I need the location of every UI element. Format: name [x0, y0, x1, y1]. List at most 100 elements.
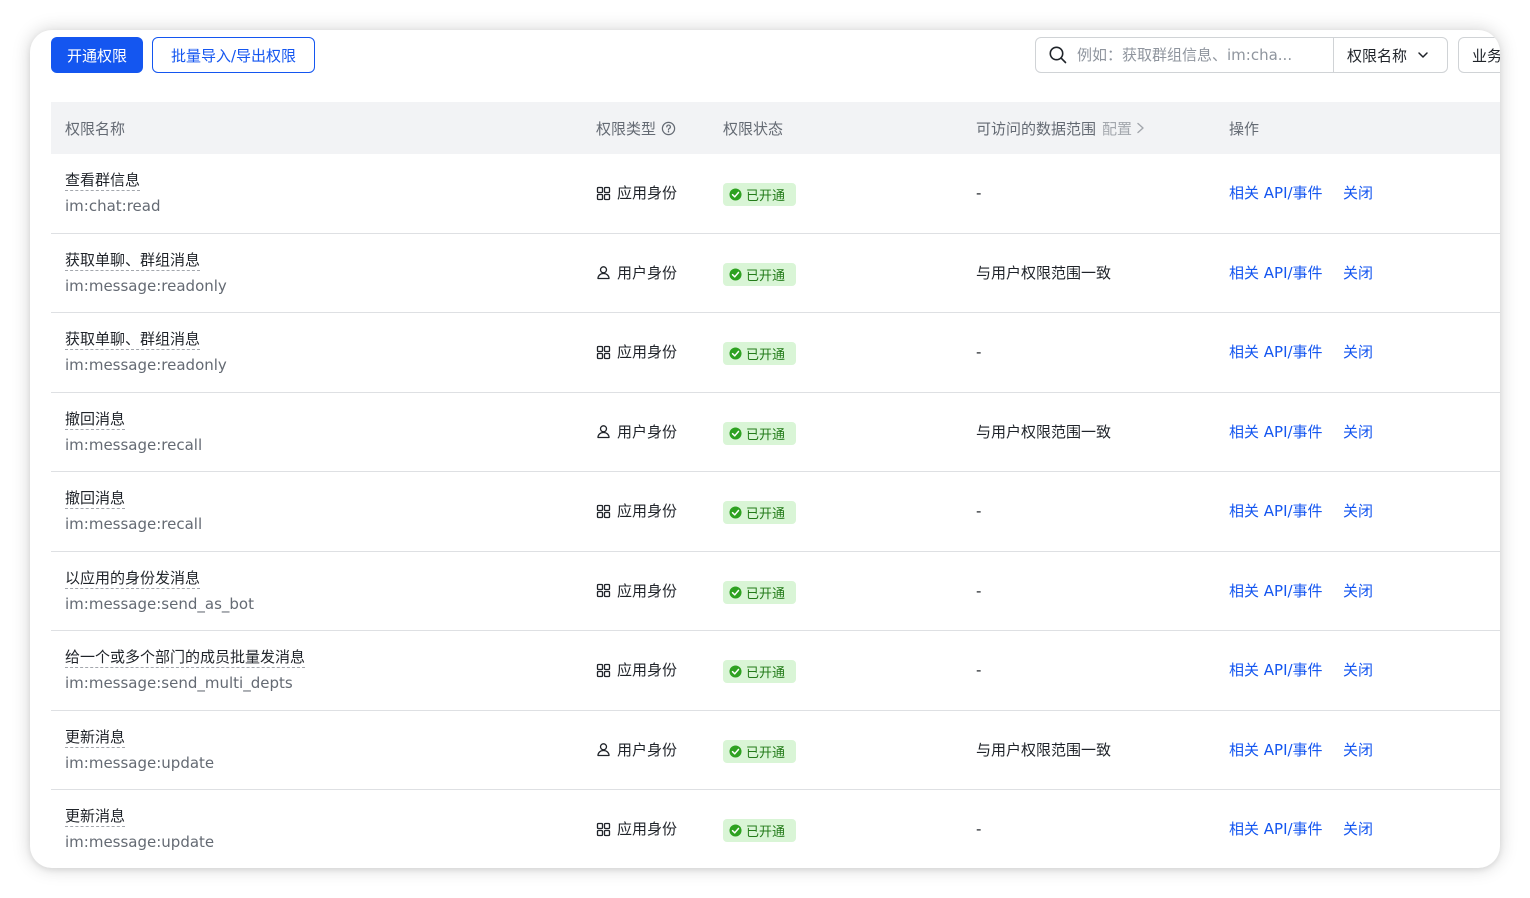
status-badge-label: 已开通	[746, 666, 786, 681]
status-badge-label: 已开通	[746, 189, 786, 204]
grid-icon	[596, 822, 611, 837]
business-filter-label: 业务	[1472, 46, 1500, 65]
related-api-link[interactable]: 相关 API/事件	[1229, 501, 1323, 521]
permission-name[interactable]: 给一个或多个部门的成员批量发消息	[65, 648, 306, 668]
permission-name[interactable]: 更新消息	[65, 807, 126, 827]
business-filter-button[interactable]: 业务	[1458, 37, 1500, 73]
table-row: 撤回消息 im:message:recall 用户身份 已开通 与用户权限范围一…	[51, 393, 1500, 472]
chevron-right-icon	[1136, 122, 1145, 134]
permission-table: 权限名称 权限类型 权限状态 可访问的数据范围 配置 操作 查看群信息 im:c…	[51, 102, 1500, 868]
search-field-select[interactable]: 权限名称	[1334, 38, 1447, 72]
user-icon	[596, 742, 611, 757]
check-circle-icon	[729, 426, 742, 440]
close-permission-link[interactable]: 关闭	[1343, 501, 1373, 521]
check-circle-icon	[729, 506, 742, 519]
header-actions: 操作	[1229, 102, 1259, 154]
close-permission-link[interactable]: 关闭	[1343, 342, 1373, 362]
permission-type: 应用身份	[596, 581, 677, 601]
status-badge-label: 已开通	[746, 586, 786, 602]
grid-icon	[596, 663, 611, 678]
check-circle-icon	[729, 744, 742, 758]
help-circle-icon[interactable]	[661, 121, 676, 136]
permission-name[interactable]: 撤回消息	[65, 410, 126, 430]
permission-code: im:message:update	[65, 753, 215, 772]
permission-code: im:message:recall	[65, 435, 203, 454]
status-badge: 已开通	[723, 342, 796, 365]
data-scope: -	[976, 343, 982, 361]
permission-type-label: 应用身份	[617, 661, 678, 679]
close-permission-link[interactable]: 关闭	[1343, 660, 1373, 680]
related-api-link[interactable]: 相关 API/事件	[1229, 819, 1323, 839]
close-permission-link[interactable]: 关闭	[1343, 740, 1373, 760]
related-api-link[interactable]: 相关 API/事件	[1229, 342, 1323, 362]
permission-code: im:message:send_multi_depts	[65, 674, 293, 692]
permission-type-label: 用户身份	[617, 263, 678, 282]
related-api-link[interactable]: 相关 API/事件	[1229, 183, 1323, 203]
header-actions-label: 操作	[1229, 119, 1260, 138]
user-icon	[596, 424, 611, 439]
close-permission-link[interactable]: 关闭	[1343, 422, 1373, 442]
permission-name[interactable]: 获取单聊、群组消息	[65, 330, 201, 350]
check-circle-icon	[729, 267, 742, 281]
related-api-link[interactable]: 相关 API/事件	[1229, 740, 1323, 760]
check-circle-icon	[729, 347, 742, 360]
permission-type: 用户身份	[596, 263, 677, 283]
status-badge: 已开通	[723, 421, 796, 445]
close-permission-link[interactable]: 关闭	[1343, 263, 1373, 283]
status-badge-label: 已开通	[746, 427, 786, 443]
close-permission-link[interactable]: 关闭	[1343, 581, 1373, 601]
status-badge: 已开通	[723, 739, 796, 763]
permission-name[interactable]: 获取单聊、群组消息	[65, 251, 201, 271]
related-api-link[interactable]: 相关 API/事件	[1229, 422, 1323, 442]
status-badge-label: 已开通	[746, 348, 786, 363]
close-permission-link[interactable]: 关闭	[1343, 183, 1373, 203]
status-badge: 已开通	[723, 501, 796, 524]
permission-name[interactable]: 查看群信息	[65, 171, 141, 191]
status-badge: 已开通	[723, 660, 796, 683]
related-api-link[interactable]: 相关 API/事件	[1229, 581, 1323, 601]
search-input[interactable]	[1077, 46, 1302, 64]
permission-name[interactable]: 撤回消息	[65, 489, 126, 509]
permission-panel: 开通权限 批量导入/导出权限 权限名称 业务 权限名称 权限类	[30, 30, 1500, 868]
related-api-link[interactable]: 相关 API/事件	[1229, 660, 1323, 680]
permission-type-label: 应用身份	[617, 184, 678, 202]
permission-type: 用户身份	[596, 740, 677, 760]
table-row: 获取单聊、群组消息 im:message:readonly 用户身份 已开通 与…	[51, 234, 1500, 313]
table-body: 查看群信息 im:chat:read 应用身份 已开通 - 相关 API/事件 …	[51, 154, 1500, 868]
data-scope: -	[976, 661, 982, 679]
table-header: 权限名称 权限类型 权限状态 可访问的数据范围 配置 操作	[51, 102, 1500, 154]
header-permission-type-label: 权限类型	[596, 119, 657, 138]
permission-type-label: 用户身份	[617, 740, 678, 759]
table-row: 撤回消息 im:message:recall 应用身份 已开通 - 相关 API…	[51, 472, 1500, 552]
permission-type: 应用身份	[596, 501, 677, 521]
permission-type: 应用身份	[596, 183, 677, 203]
permission-code: im:message:send_as_bot	[65, 594, 254, 613]
chevron-down-icon	[1417, 49, 1429, 61]
permission-name[interactable]: 更新消息	[65, 728, 126, 748]
scope-config-label: 配置	[1102, 119, 1133, 138]
data-scope: 与用户权限范围一致	[976, 740, 1112, 759]
enable-permission-button[interactable]: 开通权限	[51, 37, 143, 73]
permission-code: im:message:readonly	[65, 276, 227, 295]
permission-code: im:chat:read	[65, 197, 161, 215]
scope-config-link[interactable]: 配置	[1102, 118, 1145, 139]
table-row: 以应用的身份发消息 im:message:send_as_bot 应用身份 已开…	[51, 552, 1500, 631]
related-api-link[interactable]: 相关 API/事件	[1229, 263, 1323, 283]
permission-type: 用户身份	[596, 422, 677, 442]
permission-type: 应用身份	[596, 660, 677, 680]
table-row: 更新消息 im:message:update 用户身份 已开通 与用户权限范围一…	[51, 711, 1500, 790]
permission-name[interactable]: 以应用的身份发消息	[65, 569, 201, 589]
data-scope: -	[976, 502, 982, 520]
status-badge: 已开通	[723, 183, 796, 206]
user-icon	[596, 265, 611, 280]
close-permission-link[interactable]: 关闭	[1343, 819, 1373, 839]
batch-import-export-button[interactable]: 批量导入/导出权限	[152, 37, 315, 73]
status-badge: 已开通	[723, 580, 796, 604]
data-scope: 与用户权限范围一致	[976, 263, 1112, 282]
check-circle-icon	[729, 665, 742, 678]
permission-type-label: 应用身份	[617, 581, 678, 600]
permission-type: 应用身份	[596, 819, 677, 839]
header-data-scope-label: 可访问的数据范围	[976, 119, 1097, 138]
search-box: 权限名称	[1035, 37, 1448, 73]
status-badge-label: 已开通	[746, 268, 786, 284]
